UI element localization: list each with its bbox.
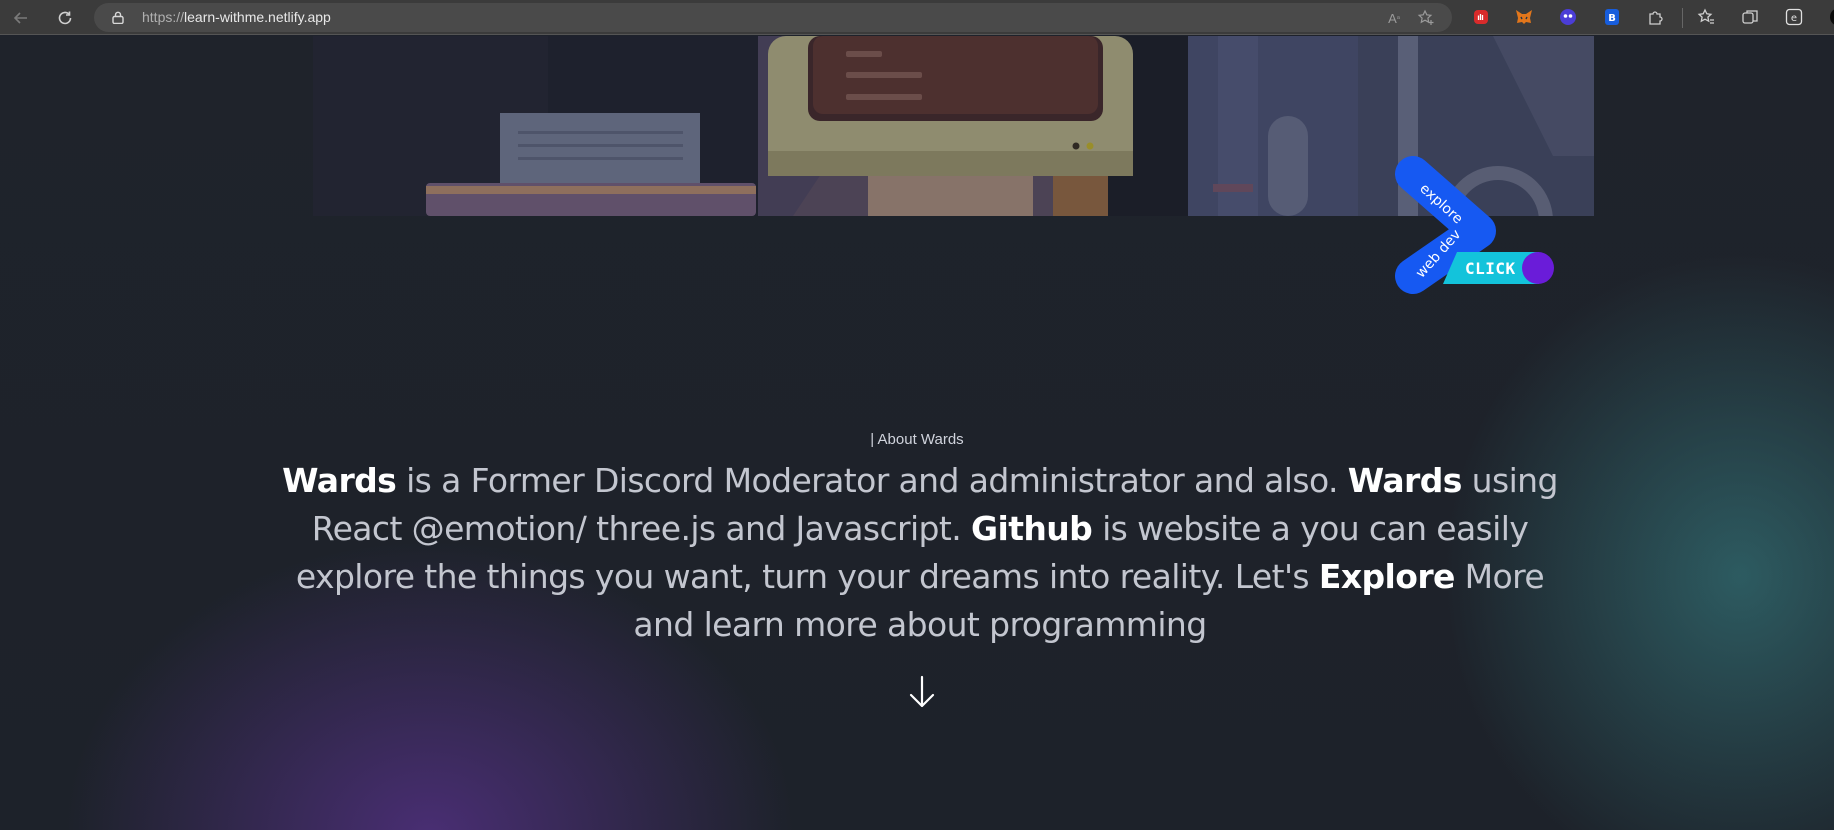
- about-bold-word: Github: [971, 509, 1093, 548]
- address-bar[interactable]: https://learn-withme.netlify.app Aᵃ: [94, 3, 1452, 32]
- scroll-down-arrow-icon[interactable]: [905, 672, 939, 712]
- ghost-extension-icon[interactable]: [1557, 6, 1579, 28]
- click-button-label: CLICK: [1465, 259, 1516, 278]
- about-bold-word: Explore: [1318, 557, 1455, 596]
- lock-icon[interactable]: [112, 11, 124, 24]
- browser-toolbar: https://learn-withme.netlify.app Aᵃ B e: [0, 0, 1834, 35]
- profile-avatar-icon[interactable]: [1822, 6, 1834, 28]
- metamask-fox-icon[interactable]: [1513, 6, 1535, 28]
- refresh-icon[interactable]: [52, 5, 78, 31]
- read-aloud-icon[interactable]: Aᵃ: [1384, 8, 1404, 28]
- puzzle-icon[interactable]: [1645, 6, 1667, 28]
- click-button-knob: [1522, 252, 1554, 284]
- collections-icon[interactable]: [1739, 6, 1761, 28]
- about-text-segment: is a Former Discord Moderator and admini…: [396, 461, 1348, 500]
- edge-profile-icon[interactable]: e: [1783, 6, 1805, 28]
- bitwarden-icon[interactable]: B: [1601, 6, 1623, 28]
- page-body: explore web dev CLICK | About Wards Ward…: [0, 36, 1834, 830]
- explore-badge[interactable]: explore web dev CLICK: [1395, 156, 1565, 296]
- svg-text:e: e: [1791, 13, 1797, 24]
- about-paragraph: Wards is a Former Discord Moderator and …: [265, 457, 1575, 649]
- shield-extension-icon[interactable]: [1470, 6, 1492, 28]
- toolbar-divider: [1682, 8, 1683, 28]
- svg-text:B: B: [1608, 13, 1616, 24]
- click-button[interactable]: CLICK: [1443, 252, 1554, 284]
- about-section-tag: | About Wards: [870, 431, 964, 448]
- add-favorite-icon[interactable]: [1416, 8, 1436, 28]
- url-text[interactable]: https://learn-withme.netlify.app: [142, 9, 331, 25]
- favorites-icon[interactable]: [1695, 6, 1717, 28]
- back-arrow-icon[interactable]: [8, 5, 34, 31]
- about-bold-word: Wards: [1347, 461, 1463, 500]
- about-bold-word: Wards: [282, 461, 397, 500]
